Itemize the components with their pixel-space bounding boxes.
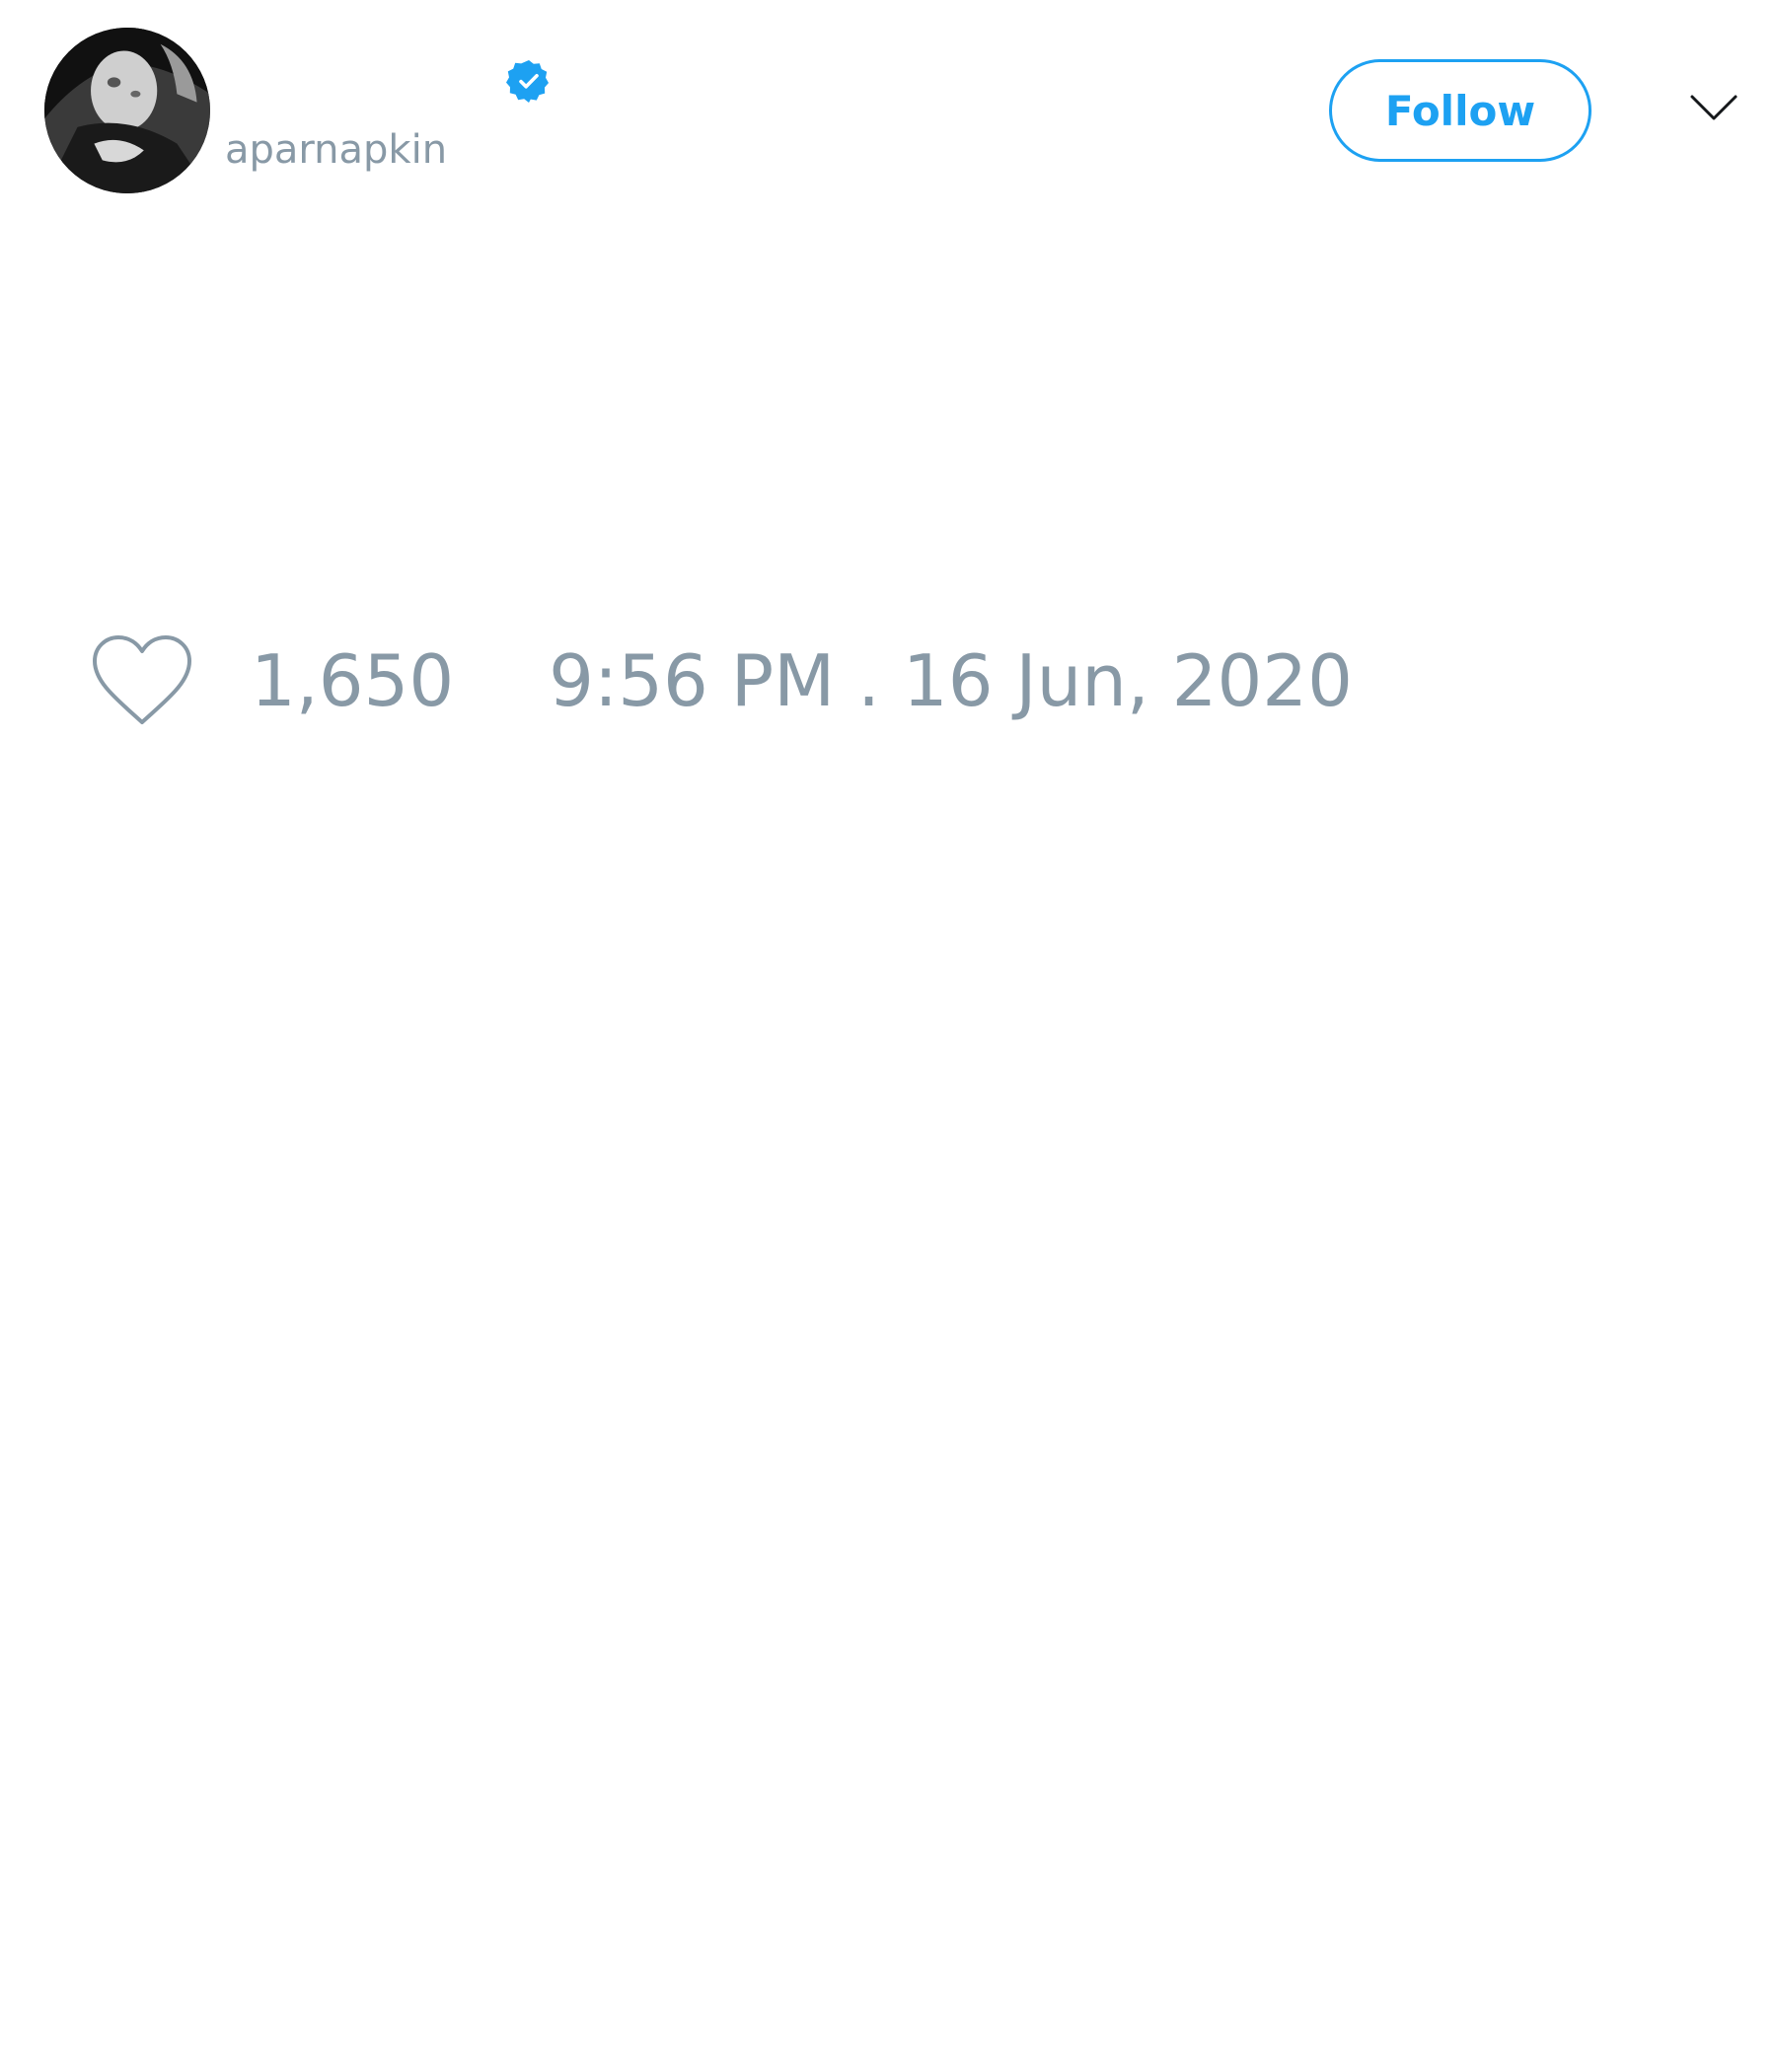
heart-icon[interactable] <box>89 633 195 728</box>
follow-button[interactable]: Follow <box>1329 59 1591 162</box>
tweet-timestamp[interactable]: 9:56 PM . 16 Jun, 2020 <box>549 631 1353 730</box>
avatar-photo <box>44 28 210 193</box>
chevron-down-icon[interactable] <box>1689 91 1739 126</box>
tweet-footer: 1,650 9:56 PM . 16 Jun, 2020 <box>89 631 1353 730</box>
tweet-card: aparnapkin Follow 1,650 9:56 PM . 16 Jun… <box>0 0 1776 2072</box>
verified-badge-icon <box>505 57 553 105</box>
avatar[interactable] <box>44 28 210 193</box>
like-count: 1,650 <box>251 639 455 722</box>
author-handle[interactable]: aparnapkin <box>225 126 447 174</box>
